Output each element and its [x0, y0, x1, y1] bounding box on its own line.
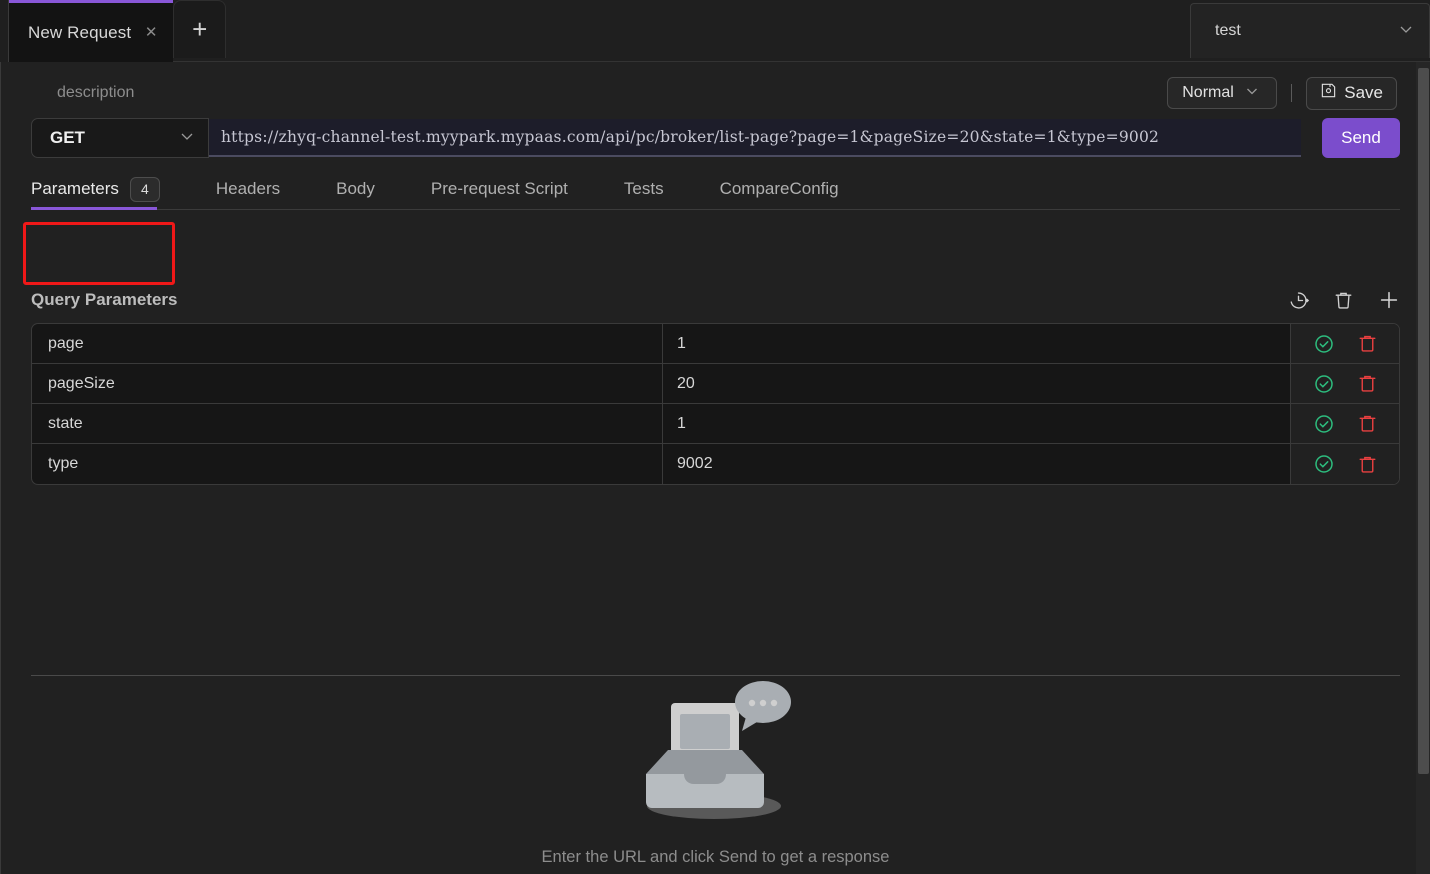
tab-bar-spacer: [226, 0, 1190, 61]
row-actions: [1291, 444, 1399, 484]
param-key-input[interactable]: state: [32, 404, 663, 443]
send-button[interactable]: Send: [1322, 118, 1400, 158]
delete-row-icon[interactable]: [1357, 454, 1378, 475]
chevron-down-icon: [1397, 20, 1415, 43]
annotation-highlight-box: [23, 222, 175, 285]
mode-label: Normal: [1182, 84, 1234, 101]
request-tab-new-request[interactable]: New Request ✕: [9, 0, 174, 62]
row-actions: [1291, 404, 1399, 443]
tab-headers[interactable]: Headers: [216, 169, 302, 209]
tab-tests-label: Tests: [623, 179, 664, 198]
request-tab-title: New Request: [28, 22, 132, 42]
enabled-check-icon[interactable]: [1313, 373, 1335, 395]
delete-row-icon[interactable]: [1357, 373, 1378, 394]
add-param-icon[interactable]: [1378, 289, 1400, 311]
tab-pre-request-script-label: Pre-request Script: [430, 179, 568, 198]
save-disk-icon: [1320, 82, 1337, 104]
table-row: page 1: [32, 324, 1399, 364]
close-icon[interactable]: ✕: [143, 25, 159, 40]
request-section-tabs: Parameters 4 Headers Body Pre-request Sc…: [31, 170, 1400, 210]
query-parameters-title: Query Parameters: [31, 290, 178, 309]
tab-parameters-badge: 4: [129, 176, 160, 202]
tab-pre-request-script[interactable]: Pre-request Script: [431, 169, 590, 209]
tab-bar: New Request ✕ + test: [0, 0, 1430, 62]
tab-body-label: Body: [336, 179, 375, 198]
environment-selector[interactable]: test: [1190, 3, 1430, 58]
tab-compare-config[interactable]: CompareConfig: [720, 169, 861, 209]
response-empty-message: Enter the URL and click Send to get a re…: [541, 848, 890, 866]
url-text: https://zhyq-channel-test.myypark.mypaas…: [221, 128, 1160, 146]
environment-label: test: [1215, 22, 1241, 39]
vertical-scrollbar-thumb[interactable]: [1418, 68, 1429, 774]
http-method-label: GET: [50, 128, 85, 147]
response-empty-state: Enter the URL and click Send to get a re…: [31, 676, 1400, 872]
tab-headers-label: Headers: [215, 179, 281, 198]
param-value-input[interactable]: 1: [663, 324, 1291, 363]
row-actions: [1291, 324, 1399, 363]
param-value-input[interactable]: 1: [663, 404, 1291, 443]
tab-bar-left-edge: [0, 0, 9, 62]
enabled-check-icon[interactable]: [1313, 413, 1335, 435]
delete-all-icon[interactable]: [1333, 290, 1354, 311]
history-restore-icon[interactable]: [1288, 290, 1309, 311]
save-button-label: Save: [1344, 83, 1383, 102]
delete-row-icon[interactable]: [1357, 413, 1378, 434]
query-parameters-actions: [1288, 289, 1400, 311]
param-key-input[interactable]: type: [32, 444, 663, 484]
row-actions: [1291, 364, 1399, 403]
chevron-down-icon: [1244, 83, 1260, 104]
tab-compare-config-label: CompareConfig: [719, 179, 839, 198]
table-row: pageSize 20: [32, 364, 1399, 404]
tab-body[interactable]: Body: [336, 169, 397, 209]
url-bar: GET https://zhyq-channel-test.myypark.my…: [31, 118, 1400, 158]
mode-selector[interactable]: Normal: [1167, 77, 1278, 109]
tab-parameters-label: Parameters: [31, 179, 119, 198]
table-row: type 9002: [32, 444, 1399, 484]
query-parameters-header: Query Parameters: [31, 284, 1400, 316]
param-key-input[interactable]: page: [32, 324, 663, 363]
delete-row-icon[interactable]: [1357, 333, 1378, 354]
empty-inbox-illustration: [616, 681, 816, 834]
query-parameters-table: page 1 pageSize 20 state 1 type 9002: [31, 323, 1400, 485]
add-tab-button[interactable]: +: [173, 0, 227, 58]
param-key-input[interactable]: pageSize: [32, 364, 663, 403]
enabled-check-icon[interactable]: [1313, 333, 1335, 355]
param-value-input[interactable]: 20: [663, 364, 1291, 403]
table-row: state 1: [32, 404, 1399, 444]
request-description-row: description Normal Save: [1, 72, 1415, 114]
save-button[interactable]: Save: [1306, 76, 1397, 110]
chevron-down-icon: [178, 127, 196, 150]
tab-tests[interactable]: Tests: [624, 169, 686, 209]
description-input[interactable]: description: [57, 84, 1167, 102]
request-pane: description Normal Save GET https://zhyq…: [0, 62, 1430, 874]
enabled-check-icon[interactable]: [1313, 453, 1335, 475]
api-client-window: New Request ✕ + test description Normal: [0, 0, 1430, 874]
http-method-selector[interactable]: GET: [31, 118, 209, 158]
param-value-input[interactable]: 9002: [663, 444, 1291, 484]
url-input[interactable]: https://zhyq-channel-test.myypark.mypaas…: [209, 119, 1301, 157]
tab-parameters[interactable]: Parameters 4: [31, 169, 182, 210]
toolbar-divider: [1291, 84, 1293, 102]
